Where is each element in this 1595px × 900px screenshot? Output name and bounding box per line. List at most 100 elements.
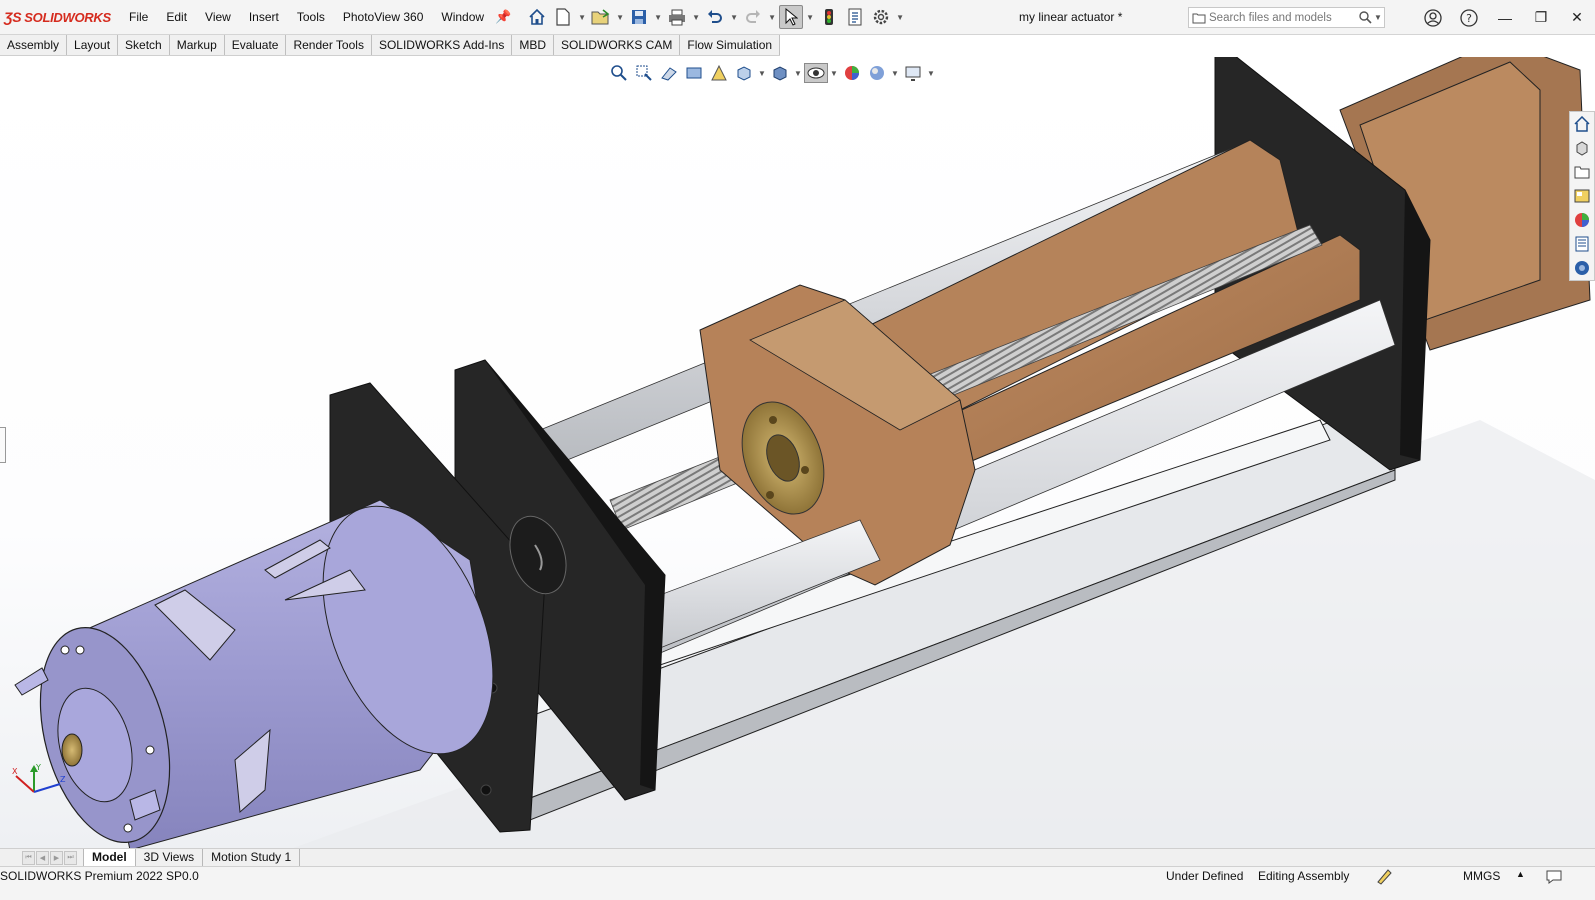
- next-tab-arrow-icon[interactable]: ▶: [50, 850, 63, 865]
- zoom-to-area-icon[interactable]: [632, 63, 656, 83]
- solidworks-resources-icon[interactable]: [1572, 114, 1592, 134]
- tab-flow-simulation[interactable]: Flow Simulation: [680, 35, 781, 55]
- svg-text:?: ?: [1466, 12, 1472, 25]
- solidworks-window: ƷS SOLIDWORKS File Edit View Insert Tool…: [0, 0, 1595, 900]
- print-dropdown-icon[interactable]: ▼: [691, 5, 701, 29]
- brand-name: SOLIDWORKS: [24, 9, 111, 25]
- unit-system[interactable]: MMGS: [1463, 869, 1500, 883]
- window-controls: ? — ❐ ✕: [1415, 0, 1595, 35]
- linear-actuator-model[interactable]: [0, 57, 1595, 848]
- menu-tools[interactable]: Tools: [288, 0, 334, 35]
- redo-dropdown-icon[interactable]: ▼: [767, 5, 777, 29]
- tab-addins[interactable]: SOLIDWORKS Add-Ins: [371, 35, 513, 55]
- help-icon[interactable]: ?: [1451, 0, 1487, 35]
- last-tab-arrow-icon[interactable]: ⏭: [64, 850, 77, 865]
- redo-icon[interactable]: [741, 5, 765, 29]
- unit-system-arrow-icon[interactable]: ▲: [1516, 869, 1525, 879]
- menu-view[interactable]: View: [196, 0, 240, 35]
- search-icon[interactable]: [1356, 11, 1374, 24]
- hide-show-items-icon[interactable]: [804, 63, 828, 83]
- home-icon[interactable]: [525, 5, 549, 29]
- menu-file[interactable]: File: [120, 0, 157, 35]
- product-version: SOLIDWORKS Premium 2022 SP0.0: [0, 869, 199, 883]
- file-properties-icon[interactable]: [843, 5, 867, 29]
- zoom-to-fit-icon[interactable]: [607, 63, 631, 83]
- menu-photoview[interactable]: PhotoView 360: [334, 0, 433, 35]
- tab-3d-views[interactable]: 3D Views: [136, 849, 204, 866]
- tab-scroll-arrows: ⏮ ◀ ▶ ⏭: [22, 850, 77, 865]
- model-view-tabs: ⏮ ◀ ▶ ⏭ Model 3D Views Motion Study 1: [0, 848, 1595, 866]
- print-icon[interactable]: [665, 5, 689, 29]
- display-style-icon[interactable]: [768, 63, 792, 83]
- restore-icon[interactable]: ❐: [1523, 0, 1559, 35]
- rebuild-traffic-light-icon[interactable]: [817, 5, 841, 29]
- dynamic-annotation-icon[interactable]: [707, 63, 731, 83]
- tab-render-tools[interactable]: Render Tools: [286, 35, 372, 55]
- tab-cam[interactable]: SOLIDWORKS CAM: [554, 35, 681, 55]
- custom-properties-icon[interactable]: [1572, 234, 1592, 254]
- graphics-area[interactable]: ▼ ▼ ▼ ▼ ▼ X Y Z: [0, 57, 1595, 848]
- save-dropdown-icon[interactable]: ▼: [653, 5, 663, 29]
- view-palette-icon[interactable]: [1572, 186, 1592, 206]
- view-settings-icon[interactable]: [901, 63, 925, 83]
- user-account-icon[interactable]: [1415, 0, 1451, 35]
- rebuild-status-icon[interactable]: [1375, 867, 1393, 888]
- options-gear-icon[interactable]: [869, 5, 893, 29]
- edit-appearance-icon[interactable]: [840, 63, 864, 83]
- search-dropdown-icon[interactable]: ▼: [1374, 13, 1384, 22]
- select-dropdown-icon[interactable]: ▼: [805, 5, 815, 29]
- previous-tab-arrow-icon[interactable]: ◀: [36, 850, 49, 865]
- close-icon[interactable]: ✕: [1559, 0, 1595, 35]
- search-folder-icon[interactable]: [1189, 12, 1209, 24]
- quick-access-toolbar: ▼ ▼ ▼ ▼ ▼ ▼ ▼ ▼: [525, 5, 905, 29]
- first-tab-arrow-icon[interactable]: ⏮: [22, 850, 35, 865]
- tab-model[interactable]: Model: [83, 849, 136, 866]
- section-view-icon[interactable]: [682, 63, 706, 83]
- minimize-icon[interactable]: —: [1487, 0, 1523, 35]
- menu-window[interactable]: Window: [432, 0, 493, 35]
- svg-text:Z: Z: [60, 775, 66, 784]
- view-orientation-dropdown-icon[interactable]: ▼: [757, 69, 767, 78]
- search-box[interactable]: Search files and models ▼: [1188, 7, 1385, 28]
- view-orientation-icon[interactable]: [732, 63, 756, 83]
- command-manager-tabs: Assembly Layout Sketch Markup Evaluate R…: [0, 35, 781, 56]
- file-explorer-icon[interactable]: [1572, 162, 1592, 182]
- display-style-dropdown-icon[interactable]: ▼: [793, 69, 803, 78]
- title-bar: ƷS SOLIDWORKS File Edit View Insert Tool…: [0, 0, 1595, 35]
- undo-dropdown-icon[interactable]: ▼: [729, 5, 739, 29]
- apply-scene-icon[interactable]: [865, 63, 889, 83]
- options-dropdown-icon[interactable]: ▼: [895, 5, 905, 29]
- quick-tips-icon[interactable]: [1545, 867, 1563, 888]
- tab-evaluate[interactable]: Evaluate: [224, 35, 287, 55]
- solidworks-logo[interactable]: ƷS SOLIDWORKS: [0, 9, 120, 25]
- new-document-icon[interactable]: [551, 5, 575, 29]
- tab-sketch[interactable]: Sketch: [118, 35, 170, 55]
- save-icon[interactable]: [627, 5, 651, 29]
- feature-manager-expand-handle[interactable]: [0, 427, 6, 463]
- tab-mbd[interactable]: MBD: [512, 35, 554, 55]
- tab-motion-study[interactable]: Motion Study 1: [203, 849, 301, 866]
- design-library-icon[interactable]: [1572, 138, 1592, 158]
- appearances-scenes-icon[interactable]: [1572, 210, 1592, 230]
- previous-view-icon[interactable]: [657, 63, 681, 83]
- undo-icon[interactable]: [703, 5, 727, 29]
- search-input[interactable]: Search files and models: [1209, 12, 1356, 24]
- document-title: my linear actuator *: [1019, 10, 1123, 24]
- new-dropdown-icon[interactable]: ▼: [577, 5, 587, 29]
- menu-insert[interactable]: Insert: [240, 0, 288, 35]
- open-document-icon[interactable]: [589, 5, 613, 29]
- open-dropdown-icon[interactable]: ▼: [615, 5, 625, 29]
- tab-assembly[interactable]: Assembly: [0, 35, 68, 55]
- svg-text:Y: Y: [35, 763, 41, 772]
- pin-icon[interactable]: 📌: [493, 9, 513, 25]
- solidworks-forum-icon[interactable]: [1572, 258, 1592, 278]
- tab-markup[interactable]: Markup: [169, 35, 225, 55]
- tab-layout[interactable]: Layout: [67, 35, 119, 55]
- select-pointer-icon[interactable]: [779, 5, 804, 29]
- heads-up-view-toolbar: ▼ ▼ ▼ ▼ ▼: [607, 63, 936, 83]
- view-settings-dropdown-icon[interactable]: ▼: [926, 69, 936, 78]
- editing-mode: Editing Assembly: [1258, 869, 1350, 883]
- apply-scene-dropdown-icon[interactable]: ▼: [890, 69, 900, 78]
- hide-show-dropdown-icon[interactable]: ▼: [829, 69, 839, 78]
- menu-edit[interactable]: Edit: [157, 0, 196, 35]
